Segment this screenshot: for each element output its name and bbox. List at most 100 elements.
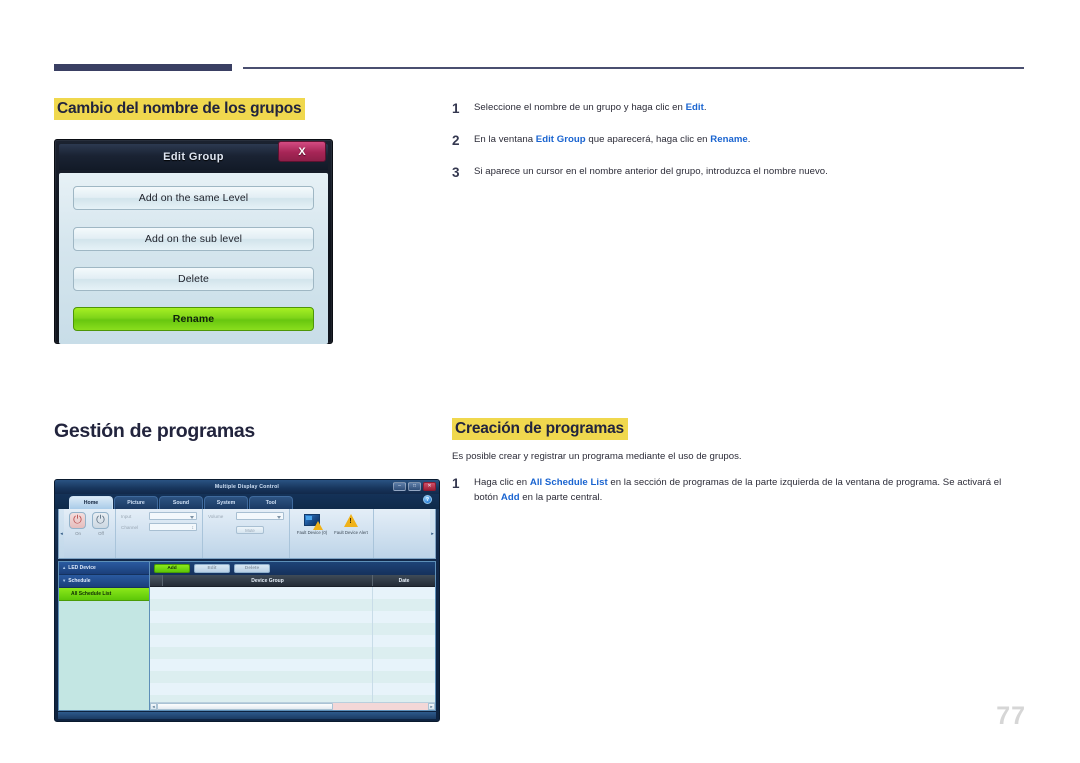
step-text: Seleccione el nombre de un grupo y haga … [474,100,1024,116]
sidebar-item-label: LED Device [68,565,96,572]
mute-button[interactable]: Mute [236,526,264,535]
power-group: ⏻ On ⏻ Off [64,509,116,559]
cell-date [373,611,435,623]
power-off-button[interactable]: ⏻ Off [92,512,110,536]
volume-group: Volume Mute [203,509,290,559]
help-icon[interactable]: ? [423,495,432,505]
input-select[interactable] [149,512,197,521]
table-row[interactable] [150,647,435,660]
tab-home[interactable]: Home [69,496,113,510]
channel-stepper[interactable] [149,523,197,532]
tab-sound[interactable]: Sound [159,496,203,510]
tab-system[interactable]: System [204,496,248,510]
sidebar-item-all-schedule-list[interactable]: All Schedule List [59,588,149,602]
fault-alert-button[interactable]: Fault Device Alert [334,512,368,535]
minimize-icon[interactable]: – [393,482,406,492]
cell-device-group [150,635,373,648]
cell-device-group [150,683,373,696]
window-controls: – □ ✕ [393,482,436,492]
close-icon[interactable]: ✕ [423,482,436,492]
input-group: Input Channel [116,509,203,559]
input-field-row: Input [121,512,197,521]
schedule-section-left: Gestión de programas Multiple Display Co… [54,420,440,723]
warning-triangle-icon [343,514,360,529]
delete-button[interactable]: Delete [234,564,270,574]
close-icon[interactable]: X [278,141,326,163]
add-button[interactable]: Add [154,564,190,574]
inline-text: Si aparece un cursor en el nombre anteri… [474,166,828,178]
add-same-level-button[interactable]: Add on the same Level [73,186,314,211]
power-on-button[interactable]: ⏻ On [69,512,87,536]
step-item: 2 En la ventana Edit Group que aparecerá,… [452,132,1024,150]
scroll-right-icon[interactable]: ▸ [428,703,435,711]
rename-steps: 1 Seleccione el nombre de un grupo y haga… [452,100,1024,197]
step-number: 1 [452,475,460,491]
cell-date [373,683,435,695]
cell-device-group [150,671,373,684]
edit-button[interactable]: Edit [194,564,230,574]
scrollbar-track[interactable] [157,703,428,711]
fault-device-label: Fault Device (0) [296,530,328,536]
edit-group-dialog: Edit Group X Add on the same Level Add o… [54,139,333,345]
table-row[interactable] [150,695,435,703]
table-row[interactable] [150,599,435,612]
dialog-title-bar: Edit Group X [59,141,328,171]
cell-date [373,671,435,683]
cell-date [373,695,435,702]
fault-device-button[interactable]: Fault Device (0) [295,512,329,535]
column-date[interactable]: Date [373,575,435,586]
channel-field-row: Channel [121,523,197,532]
tab-picture[interactable]: Picture [114,496,158,510]
column-device-group[interactable]: Device Group [163,575,373,587]
inline-keyword[interactable]: Rename [710,134,748,145]
volume-slider[interactable] [236,512,284,521]
cell-device-group [150,659,373,672]
ribbon-scroll-right[interactable]: ▸ [430,509,435,559]
subsection-title: Creación de programas [452,418,628,441]
table-row[interactable] [150,611,435,624]
table-row[interactable] [150,683,435,696]
step-text: Haga clic en All Schedule List en la sec… [474,475,1024,506]
table-row[interactable] [150,659,435,672]
step-item: 1 Seleccione el nombre de un grupo y haga… [452,100,1024,118]
sidebar-item-label: All Schedule List [71,591,112,598]
rename-button[interactable]: Rename [73,307,314,332]
volume-field-row: Volume [208,512,284,521]
inline-keyword[interactable]: Add [501,492,520,503]
horizontal-scrollbar[interactable]: ◂ ▸ [150,702,435,711]
channel-label: Channel [121,524,139,530]
app-status-bar [58,712,436,720]
inline-text: . [703,102,707,113]
scroll-left-icon[interactable]: ◂ [150,703,157,711]
cell-device-group [150,647,373,660]
inline-keyword[interactable]: Edit [686,102,704,113]
fault-group: Fault Device (0) Fault Device Alert [290,509,374,559]
table-row[interactable] [150,623,435,636]
select-all-checkbox[interactable] [150,575,163,587]
chevron-down-icon: ▾ [63,578,66,584]
table-row[interactable] [150,635,435,648]
sidebar-item-schedule[interactable]: ▾ Schedule [59,575,149,589]
step-number: 2 [452,133,460,149]
delete-button[interactable]: Delete [73,267,314,292]
inline-keyword[interactable]: All Schedule List [530,477,608,488]
tab-tool[interactable]: Tool [249,496,293,510]
table-row[interactable] [150,671,435,684]
add-sub-level-button[interactable]: Add on the sub level [73,226,314,251]
page-number: 77 [996,702,1026,730]
app-ribbon: ◂ ⏻ On ⏻ Off Input Channel ↕ Volume Mute… [58,509,436,560]
sidebar-item-led-device[interactable]: ▴ LED Device [59,562,149,576]
table-row[interactable] [150,587,435,600]
cell-date [373,647,435,659]
app-title: Multiple Display Control [214,484,280,491]
inline-keyword[interactable]: Edit Group [536,134,586,145]
inline-text: en la parte central. [519,492,603,504]
step-item: 3 Si aparece un cursor en el nombre anter… [452,164,1024,182]
monitor-warning-icon [304,514,323,531]
content-toolbar: Add Edit Delete [150,562,435,576]
inline-text: En la ventana [474,134,536,146]
step-text: En la ventana Edit Group que aparecerá, … [474,132,1024,148]
power-icon: ⏻ [69,512,86,530]
scrollbar-thumb[interactable] [157,703,334,711]
maximize-icon[interactable]: □ [408,482,421,492]
